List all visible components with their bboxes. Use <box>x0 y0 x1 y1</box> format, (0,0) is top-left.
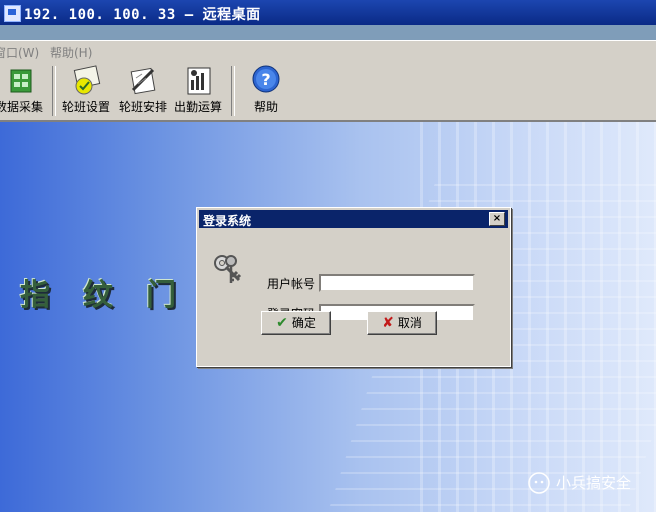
keys-icon <box>211 252 245 286</box>
toolbar: 数据采集 轮班设置 轮班安排 出勤运算 ? 帮助 <box>0 62 656 122</box>
shift-settings-icon <box>70 64 102 96</box>
menu-help[interactable]: 帮助(H) <box>50 44 92 61</box>
toolbar-help-button[interactable]: ? 帮助 <box>244 64 288 118</box>
toolbar-help-label: 帮助 <box>253 100 278 114</box>
toolbar-shift-settings-button[interactable]: 轮班设置 <box>60 64 112 118</box>
ok-button[interactable]: ✔ 确定 <box>261 311 331 335</box>
attendance-calc-icon <box>182 64 214 96</box>
cancel-button-label: 取消 <box>397 316 422 330</box>
toolbar-shift-schedule-label: 轮班安排 <box>118 100 167 114</box>
title-band <box>0 25 656 40</box>
login-dialog: 登录系统 × 用户帐号 登录密码 ✔确定 ✘取消 <box>196 207 511 367</box>
account-label: 用户帐号 <box>267 277 316 291</box>
remote-desktop-icon <box>4 5 21 22</box>
watermark-text: 小兵搞安全 <box>556 474 632 492</box>
ok-button-label: 确定 <box>291 316 316 330</box>
toolbar-attendance-calc-label: 出勤运算 <box>173 100 222 114</box>
watermark: 小兵搞安全 <box>528 470 652 496</box>
toolbar-shift-schedule-button[interactable]: 轮班安排 <box>116 64 170 118</box>
toolbar-attendance-calc-button[interactable]: 出勤运算 <box>170 64 226 118</box>
toolbar-separator <box>52 66 56 116</box>
window-title-bar[interactable]: 192. 100. 100. 33 – 远程桌面 <box>0 0 656 25</box>
checkmark-icon: ✔ <box>276 315 288 331</box>
window-title: 192. 100. 100. 33 – 远程桌面 <box>24 7 261 23</box>
shift-schedule-icon <box>127 64 159 96</box>
menu-bar: 窗口(W) 帮助(H) <box>0 40 656 64</box>
wechat-logo-icon <box>528 472 550 494</box>
data-collect-icon <box>3 64 35 96</box>
svg-text:?: ? <box>261 70 270 89</box>
toolbar-separator <box>231 66 235 116</box>
dialog-title: 登录系统 <box>203 214 252 228</box>
toolbar-shift-settings-label: 轮班设置 <box>61 100 110 114</box>
menu-window[interactable]: 窗口(W) <box>0 44 39 61</box>
dialog-title-bar[interactable]: 登录系统 × <box>199 210 508 228</box>
cancel-button[interactable]: ✘ 取消 <box>367 311 437 335</box>
account-input[interactable] <box>319 274 475 292</box>
toolbar-data-collect-label: 数据采集 <box>0 100 43 114</box>
cross-icon: ✘ <box>382 315 394 331</box>
toolbar-data-collect-button[interactable]: 数据采集 <box>0 64 44 118</box>
help-icon: ? <box>250 64 282 96</box>
close-icon[interactable]: × <box>489 212 505 226</box>
